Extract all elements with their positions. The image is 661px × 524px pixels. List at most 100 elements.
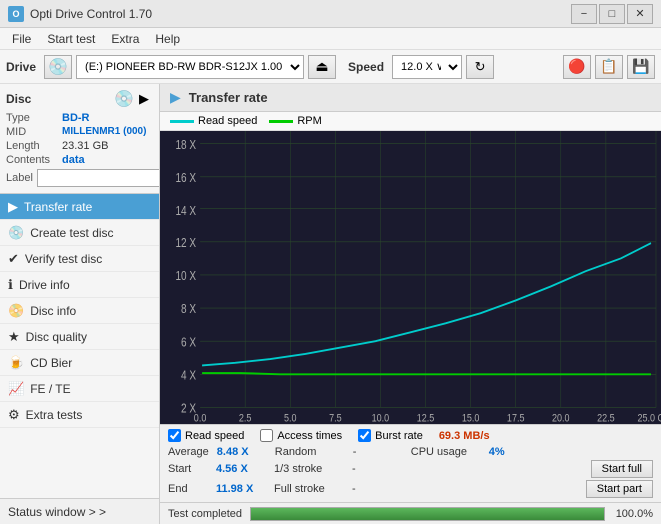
disc-section: Disc 💿 ▶ Type BD-R MID MILLENMR1 (000) L… — [0, 84, 159, 194]
contents-label: Contents — [6, 154, 62, 166]
progress-label: 100.0% — [613, 508, 653, 520]
read-speed-checkbox[interactable]: Read speed — [168, 429, 244, 442]
svg-text:25.0 GB: 25.0 GB — [637, 413, 661, 424]
disc-mid-row: MID MILLENMR1 (000) — [6, 126, 153, 138]
close-button[interactable]: ✕ — [627, 4, 653, 24]
nav-transfer-rate-label: Transfer rate — [24, 200, 92, 214]
maximize-button[interactable]: □ — [599, 4, 625, 24]
svg-text:14 X: 14 X — [175, 205, 196, 218]
burst-rate-checkbox[interactable]: Burst rate — [358, 429, 423, 442]
access-times-checkbox[interactable]: Access times — [260, 429, 342, 442]
label-row: Label 🔍 — [6, 169, 153, 187]
transfer-rate-icon: ▶ — [8, 199, 18, 215]
cpu-usage-value: 4% — [489, 446, 539, 458]
drive-icon-btn[interactable]: 💿 — [44, 55, 72, 79]
disc-icon-arrow[interactable]: ▶ — [135, 90, 153, 108]
svg-text:15.0: 15.0 — [462, 413, 480, 424]
nav-fe-te[interactable]: 📈 FE / TE — [0, 376, 159, 402]
average-label: Average — [168, 446, 209, 458]
drive-toolbar: Drive 💿 (E:) PIONEER BD-RW BDR-S12JX 1.0… — [0, 50, 661, 84]
progress-area: Test completed 100.0% — [160, 502, 661, 524]
toolbar-action-btn3[interactable]: 💾 — [627, 55, 655, 79]
svg-text:12 X: 12 X — [175, 237, 196, 250]
svg-text:12.5: 12.5 — [417, 413, 435, 424]
read-speed-checkbox-input[interactable] — [168, 429, 181, 442]
menu-extra[interactable]: Extra — [103, 28, 147, 49]
speed-select[interactable]: 12.0 X ∨ — [392, 55, 462, 79]
toolbar-action-btn1[interactable]: 🔴 — [563, 55, 591, 79]
nav-cd-bier[interactable]: 🍺 CD Bier — [0, 350, 159, 376]
eject-button[interactable]: ⏏ — [308, 55, 336, 79]
svg-text:0.0: 0.0 — [194, 413, 207, 424]
main-layout: Disc 💿 ▶ Type BD-R MID MILLENMR1 (000) L… — [0, 84, 661, 524]
drive-select[interactable]: (E:) PIONEER BD-RW BDR-S12JX 1.00 — [76, 55, 304, 79]
legend-rpm-label: RPM — [297, 115, 321, 127]
menu-start-test[interactable]: Start test — [39, 28, 103, 49]
nav-cd-bier-label: CD Bier — [30, 356, 72, 370]
app-title: Opti Drive Control 1.70 — [30, 7, 152, 21]
stats-row-1: Average 8.48 X Random - CPU usage 4% — [168, 446, 653, 458]
disc-quality-icon: ★ — [8, 329, 20, 345]
stats-area: Read speed Access times Burst rate 69.3 … — [160, 424, 661, 502]
status-window-button[interactable]: Status window > > — [0, 498, 159, 524]
nav-extra-tests[interactable]: ⚙ Extra tests — [0, 402, 159, 428]
disc-header: Disc 💿 ▶ — [6, 90, 153, 108]
svg-text:22.5: 22.5 — [597, 413, 615, 424]
end-value: 11.98 X — [216, 483, 266, 495]
titlebar: O Opti Drive Control 1.70 − □ ✕ — [0, 0, 661, 28]
stats-row-2: Start 4.56 X 1/3 stroke - Start full — [168, 460, 653, 478]
svg-text:7.5: 7.5 — [329, 413, 342, 424]
disc-info-icon: 📀 — [8, 303, 24, 319]
read-speed-checkbox-label: Read speed — [185, 430, 244, 442]
random-value: - — [353, 446, 403, 458]
nav-drive-info[interactable]: ℹ Drive info — [0, 272, 159, 298]
label-input[interactable] — [37, 169, 160, 187]
burst-rate-checkbox-input[interactable] — [358, 429, 371, 442]
legend-read-speed-color — [170, 120, 194, 123]
stroke13-value: - — [352, 463, 402, 475]
disc-title: Disc — [6, 92, 31, 106]
status-window-label: Status window > > — [8, 505, 106, 519]
start-part-button[interactable]: Start part — [586, 480, 653, 498]
start-full-button[interactable]: Start full — [591, 460, 653, 478]
disc-icon-cd[interactable]: 💿 — [115, 90, 133, 108]
full-stroke-label: Full stroke — [274, 483, 344, 495]
menu-file[interactable]: File — [4, 28, 39, 49]
progress-bar-container — [250, 507, 605, 521]
nav-transfer-rate[interactable]: ▶ Transfer rate — [0, 194, 159, 220]
create-test-disc-icon: 💿 — [8, 225, 24, 241]
contents-value[interactable]: data — [62, 154, 85, 166]
nav-drive-info-label: Drive info — [19, 278, 70, 292]
menubar: File Start test Extra Help — [0, 28, 661, 50]
cd-bier-icon: 🍺 — [8, 355, 24, 371]
speed-refresh-button[interactable]: ↻ — [466, 55, 494, 79]
length-value: 23.31 GB — [62, 140, 108, 152]
svg-text:16 X: 16 X — [175, 172, 196, 185]
drive-info-icon: ℹ — [8, 277, 13, 293]
length-label: Length — [6, 140, 62, 152]
legend-read-speed-label: Read speed — [198, 115, 257, 127]
menu-help[interactable]: Help — [147, 28, 188, 49]
svg-text:10.0: 10.0 — [372, 413, 390, 424]
nav-disc-info[interactable]: 📀 Disc info — [0, 298, 159, 324]
chart-header-icon: ▶ — [170, 89, 181, 106]
stats-row-3: End 11.98 X Full stroke - Start part — [168, 480, 653, 498]
nav-verify-test-disc[interactable]: ✔ Verify test disc — [0, 246, 159, 272]
nav-extra-tests-label: Extra tests — [26, 408, 83, 422]
minimize-button[interactable]: − — [571, 4, 597, 24]
svg-text:4 X: 4 X — [181, 369, 196, 382]
mid-value: MILLENMR1 (000) — [62, 126, 146, 138]
access-times-checkbox-label: Access times — [277, 430, 342, 442]
titlebar-left: O Opti Drive Control 1.70 — [8, 6, 152, 22]
average-value: 8.48 X — [217, 446, 267, 458]
nav-create-test-disc[interactable]: 💿 Create test disc — [0, 220, 159, 246]
drive-label: Drive — [6, 60, 36, 74]
stats-checkboxes: Read speed Access times Burst rate 69.3 … — [168, 429, 653, 442]
access-times-checkbox-input[interactable] — [260, 429, 273, 442]
cpu-usage-label: CPU usage — [411, 446, 481, 458]
verify-test-disc-icon: ✔ — [8, 251, 19, 267]
toolbar-action-btn2[interactable]: 📋 — [595, 55, 623, 79]
nav-disc-quality[interactable]: ★ Disc quality — [0, 324, 159, 350]
legend-read-speed: Read speed — [170, 115, 257, 127]
svg-text:6 X: 6 X — [181, 336, 196, 349]
